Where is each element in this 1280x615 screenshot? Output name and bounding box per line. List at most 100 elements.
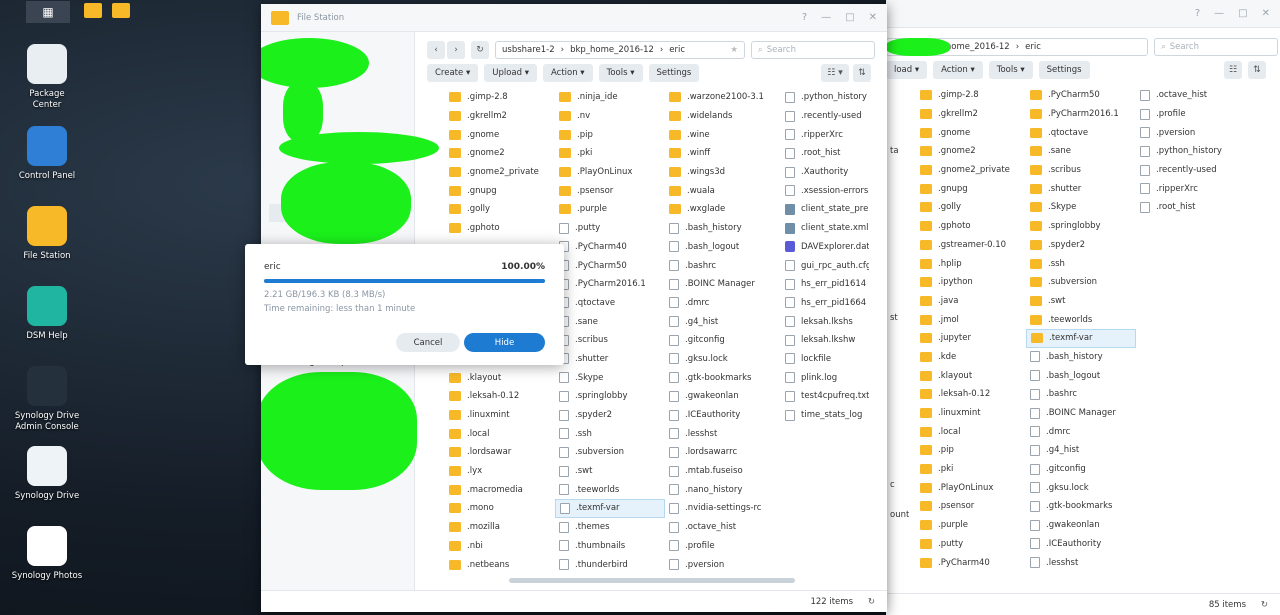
file-item[interactable]: .bash_history	[665, 219, 781, 238]
file-item[interactable]: .lordsawar	[445, 443, 555, 462]
file-item[interactable]: .putty	[916, 535, 1026, 554]
file-item[interactable]: .root_hist	[781, 144, 869, 163]
file-item[interactable]: .PyCharm50	[555, 256, 665, 275]
grid-icon[interactable]: ▦	[26, 1, 70, 23]
file-item[interactable]: .macromedia	[445, 480, 555, 499]
file-item[interactable]: .ipython	[916, 273, 1026, 292]
file-item[interactable]: .lordsawarrc	[665, 443, 781, 462]
file-item[interactable]: .PyCharm2016.1	[1026, 105, 1136, 124]
back-icon[interactable]: ‹	[427, 41, 445, 59]
close-icon[interactable]: ✕	[869, 12, 877, 23]
file-item[interactable]: .subversion	[1026, 273, 1136, 292]
close-icon[interactable]: ✕	[1262, 8, 1270, 19]
file-item[interactable]: .golly	[445, 200, 555, 219]
file-item[interactable]: .jupyter	[916, 329, 1026, 348]
file-item[interactable]: .wings3d	[665, 163, 781, 182]
file-item[interactable]: .pip	[916, 441, 1026, 460]
file-item[interactable]: time_stats_log	[781, 406, 869, 425]
file-item[interactable]: .netbeans	[445, 555, 555, 574]
folder-icon[interactable]	[84, 3, 102, 18]
file-item[interactable]: .java	[916, 292, 1026, 311]
file-item[interactable]: .wuala	[665, 181, 781, 200]
file-item[interactable]: .bashrc	[1026, 385, 1136, 404]
file-item[interactable]: .winff	[665, 144, 781, 163]
file-item[interactable]: .octave_hist	[665, 518, 781, 537]
file-item[interactable]: .lesshst	[665, 424, 781, 443]
action-button[interactable]: Action ▾	[933, 61, 983, 79]
file-item[interactable]: .profile	[1136, 105, 1246, 124]
file-item[interactable]: .gkrellm2	[445, 107, 555, 126]
file-item[interactable]: .Skype	[1026, 198, 1136, 217]
file-item[interactable]: .mtab.fuseiso	[665, 462, 781, 481]
file-item[interactable]: .sane	[555, 312, 665, 331]
upload-button[interactable]: Upload ▾	[484, 64, 537, 82]
file-item[interactable]: .wxglade	[665, 200, 781, 219]
file-item[interactable]: .gnome2	[445, 144, 555, 163]
file-item[interactable]: .leksah-0.12	[916, 385, 1026, 404]
file-item[interactable]: hs_err_pid1614	[781, 275, 869, 294]
create-button[interactable]: Create ▾	[427, 64, 479, 82]
star-icon[interactable]: ★	[730, 45, 738, 55]
file-item[interactable]: .g4_hist	[665, 312, 781, 331]
search-input[interactable]: ⌕ Search	[1154, 38, 1278, 56]
desktop-icon[interactable]: File Station	[6, 206, 88, 262]
file-item[interactable]: .pip	[555, 125, 665, 144]
file-item[interactable]: .gphoto	[916, 217, 1026, 236]
file-item[interactable]: .bash_logout	[1026, 366, 1136, 385]
refresh-icon[interactable]: ↻	[868, 597, 875, 607]
desktop-icon[interactable]: Synology Drive Admin Console	[6, 366, 88, 433]
path-segment[interactable]: eric	[669, 45, 685, 55]
file-item[interactable]: client_state.xml	[781, 219, 869, 238]
file-item[interactable]: .ninja_ide	[555, 88, 665, 107]
file-item[interactable]: .psensor	[555, 181, 665, 200]
maximize-icon[interactable]: □	[845, 12, 854, 23]
path-segment[interactable]: eric	[1025, 42, 1041, 52]
file-item[interactable]: .springlobby	[555, 387, 665, 406]
file-item[interactable]: .linuxmint	[445, 406, 555, 425]
file-item[interactable]: .bashrc	[665, 256, 781, 275]
file-item[interactable]: .warzone2100-3.1	[665, 88, 781, 107]
tools-button[interactable]: Tools ▾	[598, 64, 643, 82]
file-item[interactable]: .teeworlds	[555, 480, 665, 499]
file-item[interactable]: .octave_hist	[1136, 86, 1246, 105]
file-item[interactable]: .qtoctave	[555, 294, 665, 313]
file-item[interactable]: .swt	[555, 462, 665, 481]
tools-button[interactable]: Tools ▾	[988, 61, 1033, 79]
desktop-icon[interactable]: Control Panel	[6, 126, 88, 182]
file-item[interactable]: .gitconfig	[1026, 460, 1136, 479]
path-segment[interactable]: bkp_home_2016-12	[570, 45, 654, 55]
file-item[interactable]: test4cpufreq.txt	[781, 387, 869, 406]
file-item[interactable]: .ripperXrc	[781, 125, 869, 144]
file-item[interactable]: .klayout	[445, 368, 555, 387]
file-item[interactable]: .PyCharm40	[555, 238, 665, 257]
file-item[interactable]: client_state_pre	[781, 200, 869, 219]
file-item[interactable]: .gitconfig	[665, 331, 781, 350]
file-item[interactable]: .leksah-0.12	[445, 387, 555, 406]
sort-icon[interactable]: ⇅	[853, 64, 871, 82]
file-item[interactable]: .python_history	[1136, 142, 1246, 161]
file-item[interactable]: .putty	[555, 219, 665, 238]
file-item[interactable]: .sane	[1026, 142, 1136, 161]
file-item[interactable]: .Xauthority	[781, 163, 869, 182]
file-item[interactable]: gui_rpc_auth.cfg	[781, 256, 869, 275]
file-item[interactable]: .texmf-var	[555, 499, 665, 518]
file-item[interactable]: .PyCharm40	[916, 553, 1026, 572]
file-item[interactable]: .kde	[916, 348, 1026, 367]
path-bar[interactable]: usbshare1-2 › bkp_home_2016-12 › eric ★	[495, 41, 745, 59]
file-item[interactable]: .local	[445, 424, 555, 443]
horizontal-scrollbar[interactable]	[509, 578, 795, 583]
file-item[interactable]: .bash_logout	[665, 238, 781, 257]
file-item[interactable]: .gkrellm2	[916, 105, 1026, 124]
file-item[interactable]: .subversion	[555, 443, 665, 462]
file-item[interactable]: .xsession-errors	[781, 181, 869, 200]
file-item[interactable]: .shutter	[1026, 179, 1136, 198]
file-item[interactable]: .PyCharm2016.1	[555, 275, 665, 294]
file-item[interactable]: .PlayOnLinux	[555, 163, 665, 182]
file-item[interactable]: .scribus	[555, 331, 665, 350]
desktop-icon[interactable]: Synology Photos	[6, 526, 88, 582]
hide-button[interactable]: Hide	[464, 333, 545, 352]
file-item[interactable]: .gnome2_private	[445, 163, 555, 182]
file-item[interactable]: .bash_history	[1026, 348, 1136, 367]
file-item[interactable]: DAVExplorer.dat	[781, 238, 869, 257]
action-button[interactable]: Action ▾	[542, 64, 593, 82]
